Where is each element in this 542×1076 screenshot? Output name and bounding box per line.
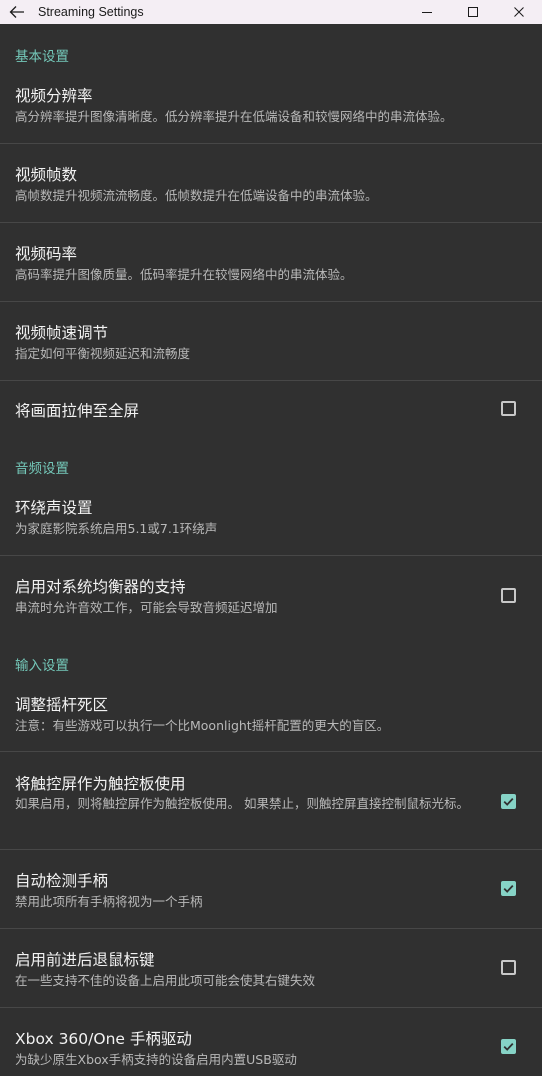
pref-title: 视频帧数 [15,166,78,184]
pref-mouse-nav-buttons[interactable]: 启用前进后退鼠标键 在一些支持不佳的设备上启用此项可能会使其右键失效 [0,944,542,1007]
close-button[interactable] [496,0,542,24]
pref-title: 自动检测手柄 [15,872,109,890]
pref-title: 视频帧速调节 [15,324,109,342]
mouse-nav-buttons-checkbox[interactable] [501,960,516,975]
close-icon [514,7,524,17]
section-header-audio: 音频设置 [15,461,69,477]
window-title: Streaming Settings [38,5,144,19]
auto-detect-gamepad-checkbox[interactable] [501,881,516,896]
pref-title: 将画面拉伸至全屏 [15,402,140,420]
pref-summary: 注意：有些游戏可以执行一个比Moonlight摇杆配置的更大的盲区。 [15,718,390,733]
pref-summary: 为家庭影院系统启用5.1或7.1环绕声 [15,521,218,536]
pref-title: 环绕声设置 [15,499,93,517]
pref-system-equalizer[interactable]: 启用对系统均衡器的支持 串流时允许音效工作，可能会导致音频延迟增加 [0,571,542,634]
pref-touchscreen-trackpad[interactable]: 将触控屏作为触控板使用 如果启用，则将触控屏作为触控板使用。 如果禁止，则触控屏… [0,768,542,850]
pref-video-resolution[interactable]: 视频分辨率 高分辨率提升图像清晰度。低分辨率提升在低端设备和较慢网络中的串流体验… [0,80,542,143]
divider [0,849,542,850]
back-button[interactable] [0,0,34,24]
pref-summary: 串流时允许音效工作，可能会导致音频延迟增加 [15,600,278,615]
checkmark-icon [503,797,514,806]
pref-title: 视频码率 [15,245,78,263]
checkmark-icon [503,1042,514,1051]
pref-auto-detect-gamepad[interactable]: 自动检测手柄 禁用此项所有手柄将视为一个手柄 [0,865,542,928]
minimize-button[interactable] [404,0,450,24]
minimize-icon [422,12,432,13]
pref-summary: 在一些支持不佳的设备上启用此项可能会使其右键失效 [15,973,316,988]
divider [0,1007,542,1008]
pref-stretch-fullscreen[interactable]: 将画面拉伸至全屏 [0,381,542,437]
divider [0,555,542,556]
pref-stick-deadzone[interactable]: 调整摇杆死区 注意：有些游戏可以执行一个比Moonlight摇杆配置的更大的盲区… [0,689,542,752]
pref-title: 将触控屏作为触控板使用 [15,775,186,793]
divider [0,928,542,929]
pref-title: 启用对系统均衡器的支持 [15,578,186,596]
checkmark-icon [503,884,514,893]
pref-summary: 禁用此项所有手柄将视为一个手柄 [15,894,203,909]
divider [0,222,542,223]
settings-list: 基本设置 视频分辨率 高分辨率提升图像清晰度。低分辨率提升在低端设备和较慢网络中… [0,24,542,1076]
pref-surround-sound[interactable]: 环绕声设置 为家庭影院系统启用5.1或7.1环绕声 [0,492,542,555]
pref-title: 调整摇杆死区 [15,696,109,714]
divider [0,301,542,302]
pref-summary: 指定如何平衡视频延迟和流畅度 [15,346,191,361]
section-header-input: 输入设置 [15,658,69,674]
xbox-driver-checkbox[interactable] [501,1039,516,1054]
pref-title: 视频分辨率 [15,87,93,105]
divider [0,143,542,144]
pref-summary: 如果启用，则将触控屏作为触控板使用。 如果禁止，则触控屏直接控制鼠标光标。 [15,796,469,811]
pref-summary: 高帧数提升视频流流畅度。低帧数提升在低端设备中的串流体验。 [15,188,378,203]
arrow-left-icon [9,6,24,18]
pref-xbox-driver[interactable]: Xbox 360/One 手柄驱动 为缺少原生Xbox手柄支持的设备启用内置US… [0,1023,542,1076]
pref-video-bitrate[interactable]: 视频码率 高码率提升图像质量。低码率提升在较慢网络中的串流体验。 [0,238,542,301]
pref-summary: 高分辨率提升图像清晰度。低分辨率提升在低端设备和较慢网络中的串流体验。 [15,109,453,124]
pref-video-framerate[interactable]: 视频帧数 高帧数提升视频流流畅度。低帧数提升在低端设备中的串流体验。 [0,159,542,222]
touchscreen-trackpad-checkbox[interactable] [501,794,516,809]
section-header-basic: 基本设置 [15,49,69,65]
divider [0,751,542,752]
pref-title: 启用前进后退鼠标键 [15,951,155,969]
maximize-button[interactable] [450,0,496,24]
window-titlebar: Streaming Settings [0,0,542,24]
pref-summary: 高码率提升图像质量。低码率提升在较慢网络中的串流体验。 [15,267,353,282]
maximize-icon [468,7,478,17]
pref-summary: 为缺少原生Xbox手柄支持的设备启用内置USB驱动 [15,1052,297,1067]
system-equalizer-checkbox[interactable] [501,588,516,603]
stretch-fullscreen-checkbox[interactable] [501,401,516,416]
pref-title: Xbox 360/One 手柄驱动 [15,1030,192,1048]
pref-frame-pacing[interactable]: 视频帧速调节 指定如何平衡视频延迟和流畅度 [0,317,542,380]
